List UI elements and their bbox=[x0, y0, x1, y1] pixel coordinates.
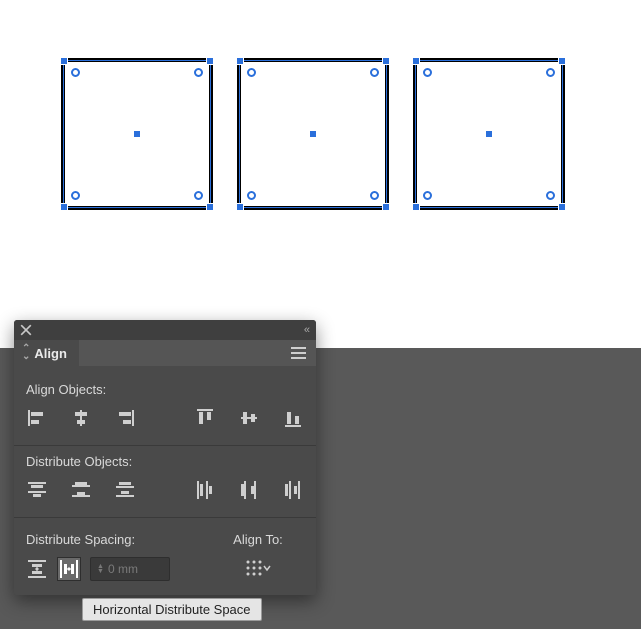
distribute-spacing-label: Distribute Spacing: bbox=[26, 532, 212, 547]
selection-handle[interactable] bbox=[236, 203, 244, 211]
anchor-point-icon bbox=[194, 68, 203, 77]
center-point-icon bbox=[486, 131, 492, 137]
panel-tabs: ⌃⌄ Align bbox=[14, 340, 316, 366]
anchor-point-icon bbox=[247, 68, 256, 77]
panel-body: Align Objects: bbox=[14, 366, 316, 595]
h-distribute-space-button[interactable] bbox=[58, 558, 80, 580]
v-distribute-bottom-button[interactable] bbox=[114, 479, 136, 501]
center-point-icon bbox=[310, 131, 316, 137]
align-to-dropdown[interactable] bbox=[244, 557, 272, 579]
v-align-top-button[interactable] bbox=[194, 407, 216, 429]
rect-3[interactable] bbox=[413, 58, 565, 210]
spacing-value: 0 mm bbox=[108, 562, 138, 576]
anchor-point-icon bbox=[423, 68, 432, 77]
align-objects-label: Align Objects: bbox=[26, 382, 304, 397]
anchor-point-icon bbox=[194, 191, 203, 200]
collapse-icon[interactable]: « bbox=[304, 324, 310, 336]
rect-2[interactable] bbox=[237, 58, 389, 210]
v-align-center-button[interactable] bbox=[238, 407, 260, 429]
anchor-point-icon bbox=[370, 191, 379, 200]
selection-handle[interactable] bbox=[412, 57, 420, 65]
h-align-center-button[interactable] bbox=[70, 407, 92, 429]
v-distribute-center-button[interactable] bbox=[70, 479, 92, 501]
artboard[interactable] bbox=[0, 0, 641, 348]
selection-handle[interactable] bbox=[558, 57, 566, 65]
close-icon[interactable] bbox=[20, 324, 32, 336]
selection-handle[interactable] bbox=[60, 57, 68, 65]
v-distribute-top-button[interactable] bbox=[26, 479, 48, 501]
v-distribute-space-button[interactable] bbox=[26, 558, 48, 580]
selection-handle[interactable] bbox=[236, 57, 244, 65]
panel-titlebar[interactable]: « bbox=[14, 320, 316, 340]
divider bbox=[14, 445, 316, 446]
spacing-value-field[interactable]: ▲▼ 0 mm bbox=[90, 557, 170, 581]
panel-menu-button[interactable] bbox=[281, 347, 316, 359]
divider bbox=[14, 517, 316, 518]
stepper-icon[interactable]: ▲▼ bbox=[97, 564, 104, 574]
selection-handle[interactable] bbox=[412, 203, 420, 211]
distribute-objects-label: Distribute Objects: bbox=[26, 454, 304, 469]
rect-1[interactable] bbox=[61, 58, 213, 210]
h-distribute-center-button[interactable] bbox=[238, 479, 260, 501]
selection-handle[interactable] bbox=[206, 57, 214, 65]
align-to-label: Align To: bbox=[212, 532, 304, 547]
anchor-point-icon bbox=[71, 191, 80, 200]
anchor-point-icon bbox=[423, 191, 432, 200]
anchor-point-icon bbox=[71, 68, 80, 77]
anchor-point-icon bbox=[546, 191, 555, 200]
tooltip-text: Horizontal Distribute Space bbox=[93, 602, 251, 617]
selection-handle[interactable] bbox=[382, 203, 390, 211]
tab-label: Align bbox=[34, 346, 67, 361]
chevrons-icon: ⌃⌄ bbox=[22, 345, 30, 361]
h-align-right-button[interactable] bbox=[114, 407, 136, 429]
selection-handle[interactable] bbox=[382, 57, 390, 65]
tab-align[interactable]: ⌃⌄ Align bbox=[14, 340, 79, 366]
h-distribute-left-button[interactable] bbox=[194, 479, 216, 501]
v-align-bottom-button[interactable] bbox=[282, 407, 304, 429]
selection-handle[interactable] bbox=[558, 203, 566, 211]
tooltip: Horizontal Distribute Space bbox=[82, 598, 262, 621]
center-point-icon bbox=[134, 131, 140, 137]
h-align-left-button[interactable] bbox=[26, 407, 48, 429]
selection-handle[interactable] bbox=[60, 203, 68, 211]
align-panel[interactable]: « ⌃⌄ Align Align Objects: bbox=[14, 320, 316, 595]
anchor-point-icon bbox=[370, 68, 379, 77]
anchor-point-icon bbox=[247, 191, 256, 200]
h-distribute-right-button[interactable] bbox=[282, 479, 304, 501]
selection-handle[interactable] bbox=[206, 203, 214, 211]
anchor-point-icon bbox=[546, 68, 555, 77]
